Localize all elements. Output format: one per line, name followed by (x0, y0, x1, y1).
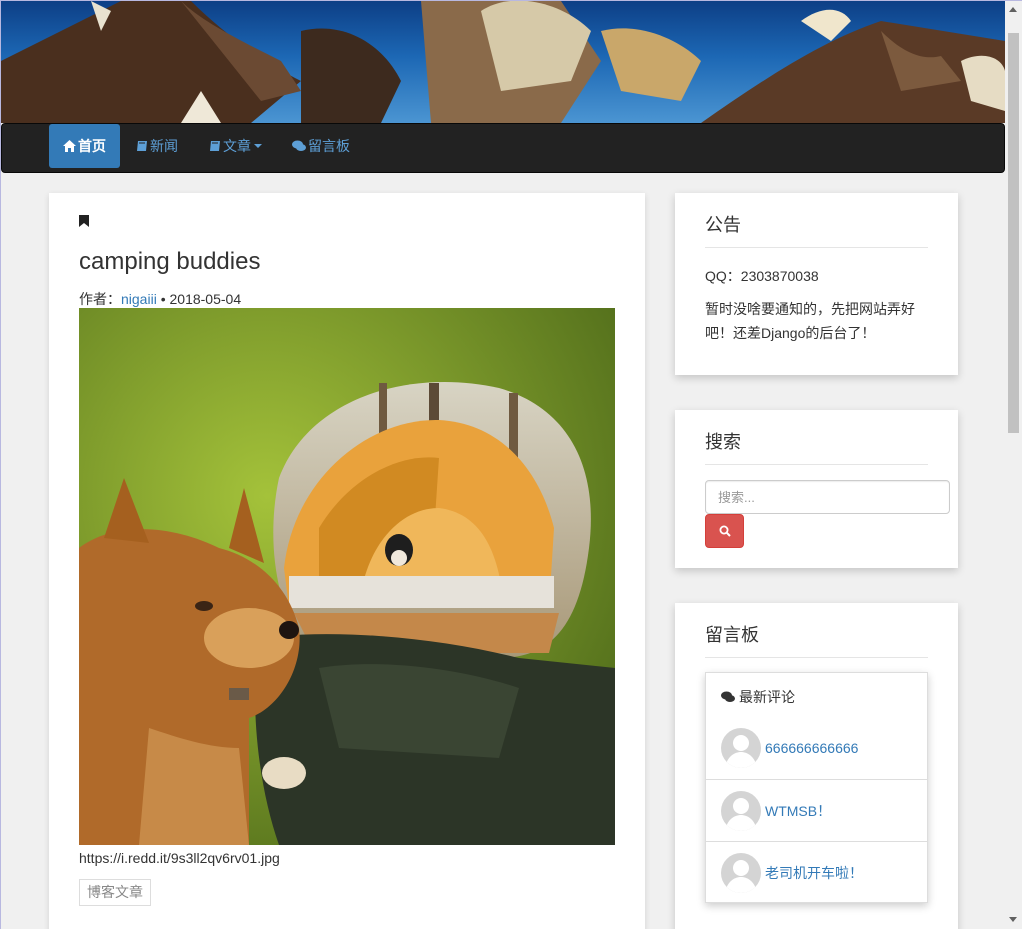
notice-card: 公告 QQ：2303870038 暂时没啥要通知的，先把网站弄好吧！还差Djan… (675, 193, 958, 375)
avatar (721, 728, 761, 768)
nav-news-label: 新闻 (150, 138, 178, 154)
bookmark-icon (79, 215, 89, 227)
notice-qq: QQ：2303870038 (705, 268, 819, 284)
comment-text: 666666666666 (765, 740, 859, 756)
meta-separator: • (156, 291, 170, 307)
scroll-down-arrow-icon[interactable] (1009, 917, 1017, 922)
guestbook-card: 留言板 最新评论 666666666666 WTMSB！ 老司机开车啦！ (675, 603, 958, 929)
comment-text: WTMSB！ (765, 802, 832, 819)
chevron-down-icon (254, 144, 262, 148)
search-title: 搜索 (705, 428, 928, 465)
guestbook-title: 留言板 (705, 621, 928, 658)
post-date: 2018-05-04 (169, 291, 242, 307)
notice-title: 公告 (705, 211, 928, 248)
nav-home-label: 首页 (78, 138, 106, 154)
comment-text: 老司机开车啦！ (765, 864, 863, 881)
page-scrollbar[interactable] (1005, 1, 1022, 929)
search-input[interactable] (705, 480, 950, 514)
post-title[interactable]: camping buddies (79, 248, 260, 276)
nav-news[interactable]: 新闻 (136, 124, 178, 168)
banner-illustration (1, 1, 1005, 123)
author-label: 作者： (79, 291, 121, 307)
author-link[interactable]: nigaiii (121, 291, 157, 307)
category-tag[interactable]: 博客文章 (79, 879, 151, 906)
header-banner (1, 1, 1005, 123)
nav-guestbook[interactable]: 留言板 (292, 124, 350, 168)
scroll-up-arrow-icon[interactable] (1009, 7, 1017, 12)
comments-icon (721, 691, 735, 702)
image-source-url: https://i.redd.it/9s3ll2qv6rv01.jpg (79, 850, 280, 866)
home-icon (63, 140, 76, 152)
nav-home[interactable]: 首页 (49, 124, 120, 168)
post-image (79, 308, 615, 845)
scroll-thumb[interactable] (1008, 33, 1019, 433)
recent-comments-header: 最新评论 (721, 687, 795, 707)
search-button[interactable] (705, 514, 744, 548)
post-meta: 作者：nigaiii • 2018-05-04 (79, 289, 241, 309)
comments-icon (292, 140, 306, 151)
comment-item[interactable]: WTMSB！ (706, 779, 927, 841)
comment-item[interactable]: 老司机开车啦！ (706, 841, 927, 903)
avatar (721, 852, 761, 893)
post-card: camping buddies 作者：nigaiii • 2018-05-04 (49, 193, 645, 929)
main-navbar: 首页 新闻 文章 留言板 (1, 123, 1005, 173)
camping-photo (79, 308, 615, 845)
nav-articles-label: 文章 (223, 138, 251, 154)
recent-comments-panel: 最新评论 666666666666 WTMSB！ 老司机开车啦！ (705, 672, 928, 903)
comment-item[interactable]: 666666666666 (706, 717, 927, 779)
avatar (721, 790, 761, 831)
search-card: 搜索 (675, 410, 958, 568)
nav-guestbook-label: 留言板 (308, 138, 350, 154)
book-icon (210, 141, 220, 151)
recent-comments-label: 最新评论 (739, 689, 795, 705)
search-icon (719, 525, 731, 537)
nav-articles-dropdown[interactable]: 文章 (209, 124, 262, 168)
notice-text: 暂时没啥要通知的，先把网站弄好吧！还差Django的后台了！ (705, 301, 915, 341)
book-icon (137, 141, 147, 151)
